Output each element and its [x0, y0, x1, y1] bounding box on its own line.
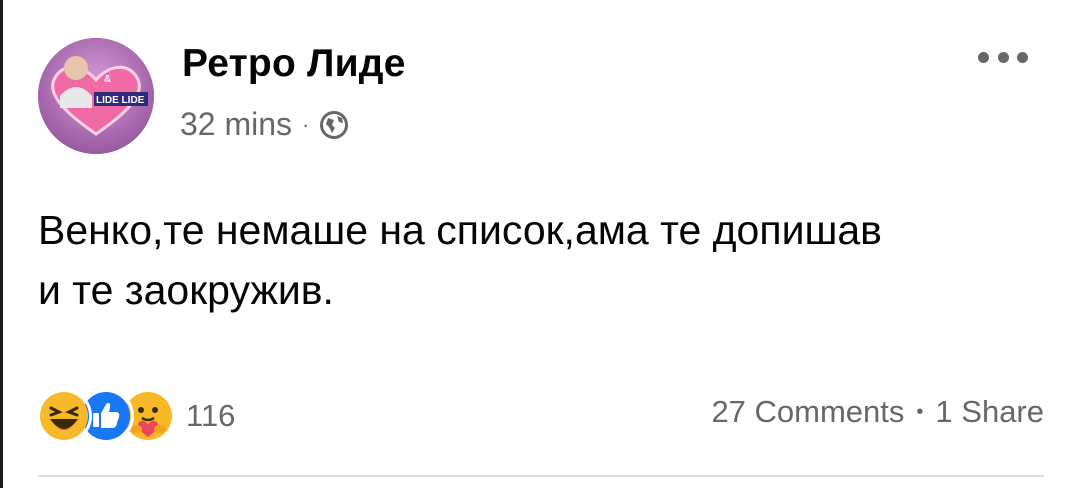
reactions-summary[interactable]: 116 — [36, 388, 235, 444]
reaction-count: 116 — [186, 398, 236, 433]
shares-count-link[interactable]: 1 Share — [935, 394, 1044, 430]
globe-icon — [319, 110, 349, 140]
avatar-text-top: & — [104, 74, 111, 85]
more-dot-icon — [1017, 51, 1028, 63]
more-dot-icon — [978, 51, 989, 63]
stats-separator: • — [916, 400, 924, 423]
window-edge — [0, 0, 3, 488]
meta-separator: · — [302, 111, 310, 137]
post-meta: 32 mins · — [180, 106, 349, 143]
post-text: Венко,те немаше на список,ама те допишав… — [38, 207, 882, 313]
post-author-name[interactable]: Ретро Лиде — [182, 42, 406, 86]
laughing-face-icon — [36, 388, 92, 444]
post-time[interactable]: 32 mins — [180, 106, 292, 143]
avatar-text-label: LIDE LIDE — [96, 95, 145, 106]
post-stats: 27 Comments • 1 Share — [711, 394, 1044, 430]
divider — [38, 475, 1044, 477]
more-options-button[interactable] — [978, 42, 1028, 72]
avatar[interactable]: & LIDE LIDE — [38, 38, 154, 154]
comments-count-link[interactable]: 27 Comments — [711, 394, 904, 430]
more-dot-icon — [997, 51, 1009, 63]
